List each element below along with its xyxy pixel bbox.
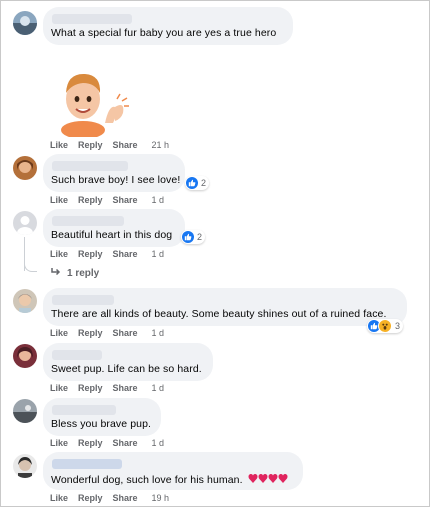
timestamp[interactable]: 1 d [152,328,165,338]
comment-actions: Like Reply Share 1 d [50,195,164,205]
timestamp[interactable]: 1 d [152,195,165,205]
comment-actions: Like Reply Share 19 h [50,493,169,503]
reply-button[interactable]: Reply [78,328,103,338]
reaction-count: 2 [197,232,203,242]
comment-actions: Like Reply Share 1 d [50,383,164,393]
avatar[interactable] [13,399,37,423]
reply-button[interactable]: Reply [78,383,103,393]
comment-text: What a special fur baby you are yes a tr… [51,27,277,39]
like-button[interactable]: Like [50,493,68,503]
reaction-count: 2 [201,178,207,188]
comment-bubble: Such brave boy! I see love! [43,154,185,192]
timestamp[interactable]: 1 d [152,383,165,393]
comment-text-body: Wonderful dog, such love for his human. [51,473,243,486]
share-button[interactable]: Share [113,383,138,393]
share-button[interactable]: Share [113,249,138,259]
timestamp[interactable]: 21 h [152,140,170,150]
reply-button[interactable]: Reply [78,493,103,503]
reply-button[interactable]: Reply [78,438,103,448]
comment-text: Bless you brave pup. [51,418,152,430]
timestamp[interactable]: 19 h [152,493,170,503]
like-button[interactable]: Like [50,438,68,448]
comment-bubble: Bless you brave pup. [43,398,161,436]
avatar[interactable] [13,344,37,368]
avatar[interactable] [13,289,37,313]
author-name[interactable] [52,405,116,415]
author-name[interactable] [52,295,114,305]
comments-panel: What a special fur baby you are yes a tr… [0,0,430,507]
avatar[interactable] [13,454,37,478]
share-button[interactable]: Share [113,195,138,205]
comment-text: Sweet pup. Life can be so hard. [51,363,202,375]
timestamp[interactable]: 1 d [152,438,165,448]
replies-count: 1 reply [67,267,100,279]
reaction-count: 3 [395,321,401,331]
hearts-emoji-icon [248,472,288,488]
share-button[interactable]: Share [113,438,138,448]
view-replies-link[interactable]: 1 reply [51,267,99,279]
avatar-sticker [53,67,131,139]
comment-text: Beautiful heart in this dog [51,229,173,241]
comment-bubble: What a special fur baby you are yes a tr… [43,7,293,45]
reply-button[interactable]: Reply [78,140,103,150]
comment-text: There are all kinds of beauty. Some beau… [51,308,387,320]
author-name[interactable] [52,14,132,24]
like-button[interactable]: Like [50,195,68,205]
like-reaction-icon [182,231,194,243]
comment-bubble: Beautiful heart in this dog [43,209,185,247]
like-reaction-icon [186,177,198,189]
share-button[interactable]: Share [113,328,138,338]
reaction-summary[interactable]: 2 [181,230,206,244]
avatar[interactable] [13,211,37,235]
author-name[interactable] [52,459,122,469]
timestamp[interactable]: 1 d [152,249,165,259]
reply-button[interactable]: Reply [78,195,103,205]
comment-bubble: There are all kinds of beauty. Some beau… [43,288,407,326]
reaction-summary[interactable]: 2 [185,176,210,190]
reply-thread-connector [24,263,37,272]
comment-actions: Like Reply Share 1 d [50,249,164,259]
reaction-summary[interactable]: 3 [367,319,404,333]
share-button[interactable]: Share [113,493,138,503]
avatar[interactable] [13,156,37,180]
like-button[interactable]: Like [50,140,68,150]
author-name[interactable] [52,350,102,360]
share-button[interactable]: Share [113,140,138,150]
comment-bubble: Sweet pup. Life can be so hard. [43,343,213,381]
author-name[interactable] [52,216,124,226]
reply-arrow-icon [51,267,61,279]
reply-button[interactable]: Reply [78,249,103,259]
like-button[interactable]: Like [50,328,68,338]
like-button[interactable]: Like [50,383,68,393]
comment-actions: Like Reply Share 1 d [50,328,164,338]
comment-text: Such brave boy! I see love! [51,174,181,186]
author-name[interactable] [52,161,128,171]
comment-text: Wonderful dog, such love for his human. [51,472,288,488]
avatar[interactable] [13,11,37,35]
like-button[interactable]: Like [50,249,68,259]
comment-actions: Like Reply Share 1 d [50,438,164,448]
comment-bubble: Wonderful dog, such love for his human. [43,452,303,490]
wow-reaction-icon [378,319,392,333]
comment-actions: Like Reply Share 21 h [50,140,169,150]
